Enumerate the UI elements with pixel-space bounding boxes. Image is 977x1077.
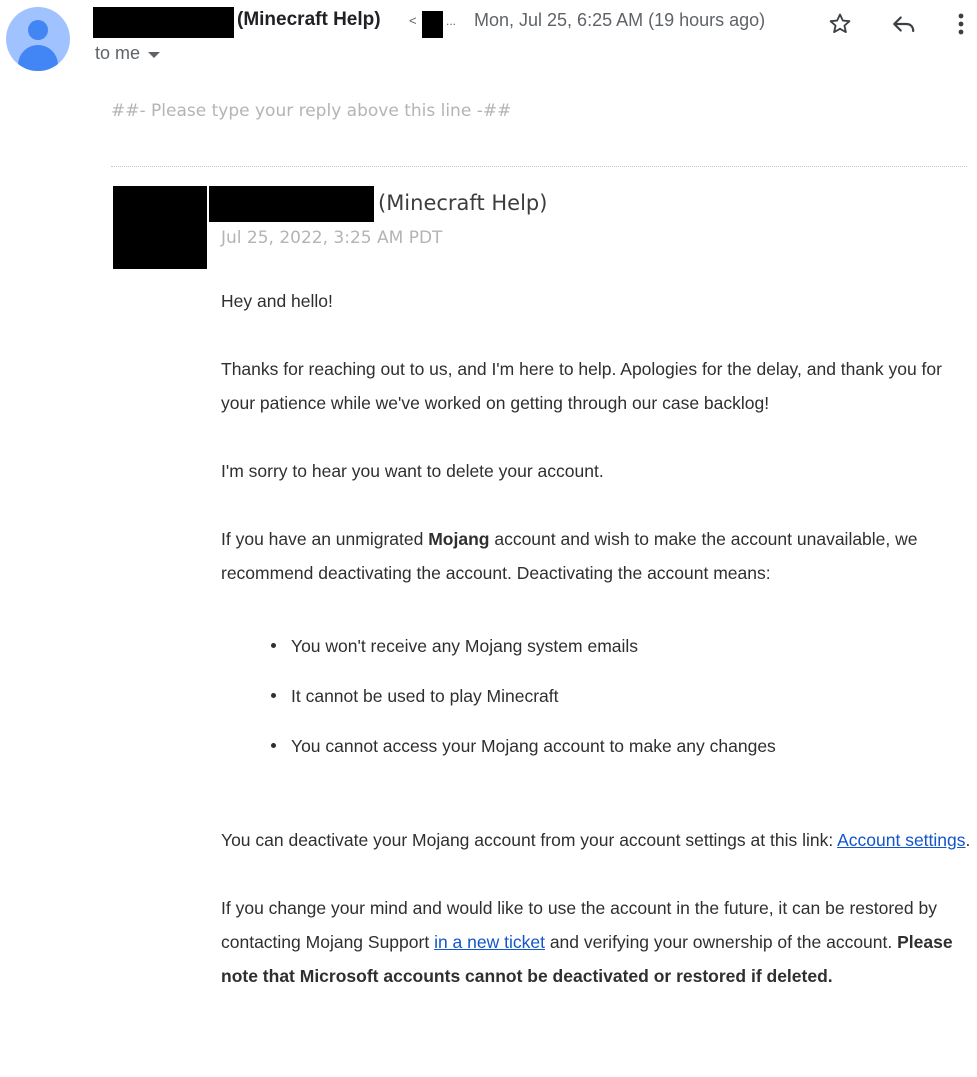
star-icon bbox=[829, 13, 851, 34]
deactivation-list: You won't receive any Mojang system emai… bbox=[221, 621, 971, 771]
paragraph-restore: If you change your mind and would like t… bbox=[221, 891, 971, 993]
more-vertical-icon bbox=[958, 13, 964, 35]
text: and verifying your ownership of the acco… bbox=[544, 932, 898, 952]
sender-email-truncation: ... bbox=[446, 14, 457, 28]
recipients-label: to me bbox=[95, 43, 141, 63]
star-button[interactable] bbox=[820, 4, 860, 44]
divider bbox=[111, 166, 967, 167]
redacted-sender-name bbox=[93, 7, 234, 38]
list-item: It cannot be used to play Minecraft bbox=[221, 671, 971, 721]
more-options-button[interactable] bbox=[946, 4, 976, 44]
paragraph-thanks: Thanks for reaching out to us, and I'm h… bbox=[221, 359, 942, 413]
redacted-sender-email bbox=[422, 11, 443, 38]
list-item: You cannot access your Mojang account to… bbox=[221, 721, 971, 771]
paragraph-sorry: I'm sorry to hear you want to delete you… bbox=[221, 461, 604, 481]
bold-mojang: Mojang bbox=[428, 529, 490, 549]
redacted-author-name bbox=[209, 186, 374, 222]
caret-down-icon bbox=[148, 51, 161, 58]
author-date: Jul 25, 2022, 3:25 AM PDT bbox=[221, 228, 443, 248]
redacted-author-avatar bbox=[113, 186, 207, 269]
reply-icon bbox=[893, 16, 915, 33]
recipients-toggle[interactable]: to me bbox=[95, 43, 161, 64]
reply-button[interactable] bbox=[884, 4, 924, 44]
person-icon-body bbox=[18, 45, 58, 71]
author-org: (Minecraft Help) bbox=[378, 191, 548, 215]
sender-email-open: < bbox=[409, 13, 417, 28]
reply-marker: ##- Please type your reply above this li… bbox=[111, 101, 512, 121]
greeting: Hey and hello! bbox=[221, 291, 333, 311]
person-icon-head bbox=[28, 20, 48, 40]
text: If you have an unmigrated bbox=[221, 529, 429, 549]
sender-org[interactable]: (Minecraft Help) bbox=[237, 9, 381, 31]
paragraph-deactivate: You can deactivate your Mojang account f… bbox=[221, 823, 971, 857]
message-date: Mon, Jul 25, 6:25 AM (19 hours ago) bbox=[474, 10, 766, 30]
text: . bbox=[965, 830, 971, 850]
text: You can deactivate your Mojang account f… bbox=[221, 830, 838, 850]
paragraph-unmigrated: If you have an unmigrated Mojang account… bbox=[221, 522, 971, 590]
sender-avatar[interactable] bbox=[6, 7, 70, 71]
new-ticket-link[interactable]: in a new ticket bbox=[434, 932, 545, 952]
account-settings-link[interactable]: Account settings bbox=[837, 830, 965, 850]
list-item: You won't receive any Mojang system emai… bbox=[221, 621, 971, 671]
message-body: Hey and hello! Thanks for reaching out t… bbox=[221, 284, 971, 993]
